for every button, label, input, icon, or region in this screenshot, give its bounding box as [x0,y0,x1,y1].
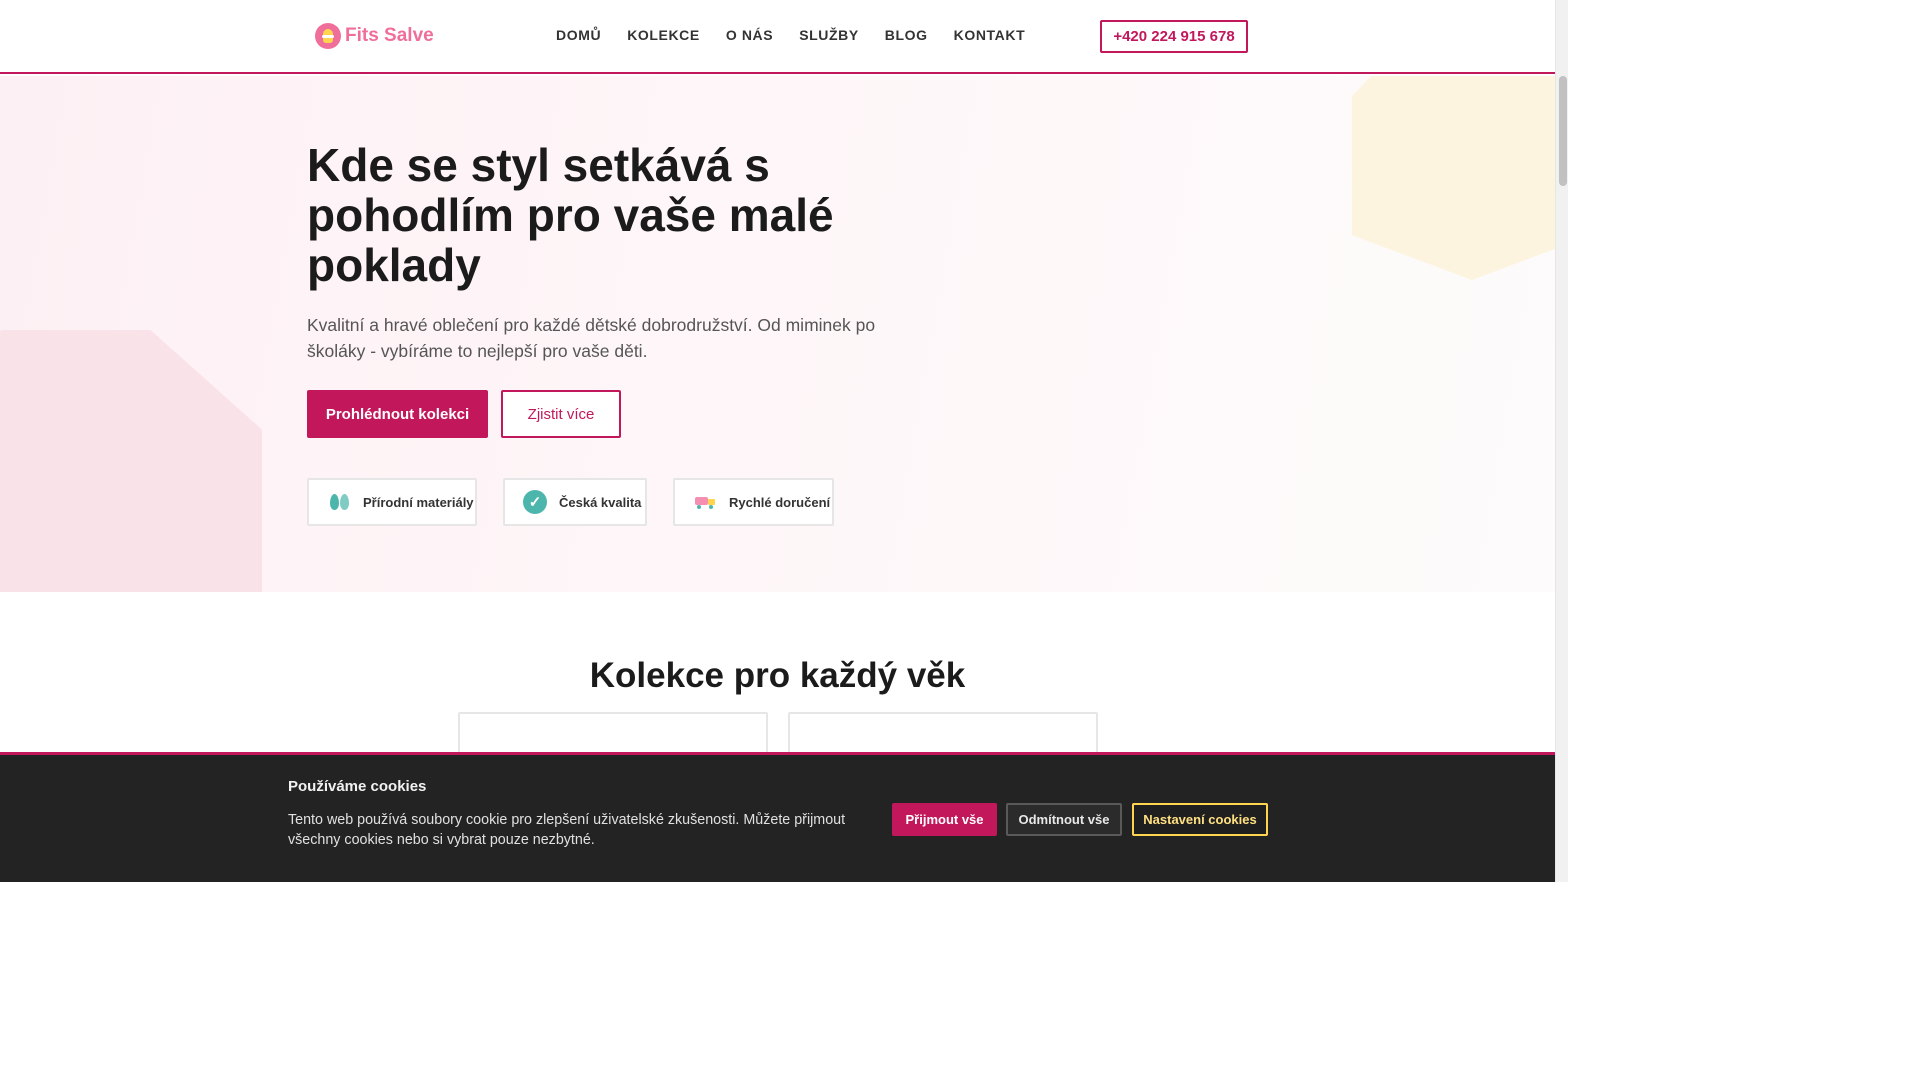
logo[interactable]: Fits Salve [315,23,434,49]
reject-all-button[interactable]: Odmítnout vše [1006,803,1122,836]
feature-label: Česká kvalita [559,494,642,510]
check-icon: ✓ [523,490,547,514]
decorative-hexagon [1352,76,1555,280]
logo-icon [315,23,341,49]
collections-title: Kolekce pro každý věk [589,656,966,695]
scrollbar-thumb[interactable] [1559,76,1567,186]
hero-subtitle: Kvalitní a hravé oblečení pro každé děts… [307,315,876,361]
feature-czech-quality: ✓ Česká kvalita [503,478,647,526]
nav-item-about[interactable]: O NÁS [726,27,773,43]
nav-item-contact[interactable]: KONTAKT [954,27,1026,43]
truck-icon [695,494,717,510]
cookie-banner: Používáme cookies Tento web používá soub… [0,752,1555,882]
hero-title: Kde se styl setkává s pohodlím pro vaše … [307,139,834,291]
hero-section: Kde se styl setkává s pohodlím pro vaše … [0,76,1555,592]
nav-item-collections[interactable]: KOLEKCE [627,27,700,43]
feature-label: Přírodní materiály [363,494,474,510]
feature-label: Rychlé doručení [729,494,831,510]
nav-item-home[interactable]: DOMŮ [556,27,601,43]
decorative-hexagon [0,330,262,592]
site-header: Fits Salve DOMŮ KOLEKCE O NÁS SLUŽBY BLO… [0,0,1555,74]
main-nav: DOMŮ KOLEKCE O NÁS SLUŽBY BLOG KONTAKT [556,27,1025,43]
cookie-title: Používáme cookies [288,778,427,795]
cookie-settings-button[interactable]: Nastavení cookies [1132,803,1268,836]
logo-text: Fits Salve [345,25,434,46]
leaf-icon [329,492,351,512]
feature-fast-delivery: Rychlé doručení [673,478,834,526]
nav-item-blog[interactable]: BLOG [885,27,928,43]
scrollbar[interactable] [1555,0,1568,882]
accept-all-button[interactable]: Přijmout vše [892,803,997,836]
view-collection-button[interactable]: Prohlédnout kolekci [307,390,488,438]
nav-item-services[interactable]: SLUŽBY [799,27,859,43]
learn-more-button[interactable]: Zjistit více [501,390,621,438]
phone-button[interactable]: +420 224 915 678 [1100,20,1248,53]
feature-natural-materials: Přírodní materiály [307,478,477,526]
cookie-text: Tento web používá soubory cookie pro zle… [288,812,846,848]
